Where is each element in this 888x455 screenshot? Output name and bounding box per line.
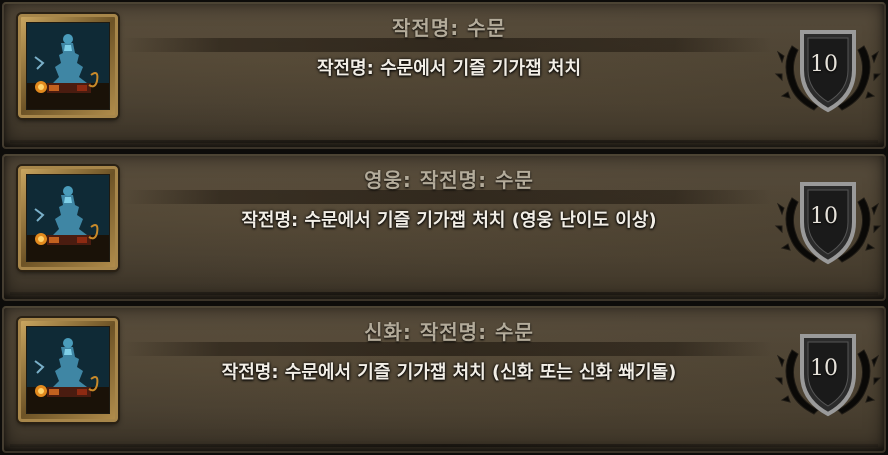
achievement-description: 작전명: 수문에서 기즐 기가잽 처치 [316, 58, 582, 79]
points-shield-icon: 10 [774, 320, 882, 428]
achievement-row[interactable]: 신화: 작전명: 수문 작전명: 수문에서 기즐 기가잽 처치 (신화 또는 신… [2, 306, 886, 453]
achievement-points: 10 [810, 52, 838, 77]
achievement-row[interactable]: 작전명: 수문 작전명: 수문에서 기즐 기가잽 처치 10 [2, 2, 886, 149]
achievement-description: 작전명: 수문에서 기즐 기가잽 처치 (영웅 난이도 이상) [241, 210, 657, 231]
mechagon-icon [26, 174, 110, 262]
achievement-icon-frame [18, 166, 118, 270]
mechagon-icon [26, 22, 110, 110]
achievement-title: 영웅: 작전명: 수문 [364, 168, 534, 192]
achievement-icon-frame [18, 318, 118, 422]
mechagon-icon [26, 326, 110, 414]
achievement-row[interactable]: 영웅: 작전명: 수문 작전명: 수문에서 기즐 기가잽 처치 (영웅 난이도 … [2, 154, 886, 301]
points-shield-icon: 10 [774, 16, 882, 124]
achievement-description: 작전명: 수문에서 기즐 기가잽 처치 (신화 또는 신화 쐐기돌) [221, 362, 677, 383]
achievement-title: 작전명: 수문 [392, 16, 506, 40]
points-shield-icon: 10 [774, 168, 882, 276]
achievement-title: 신화: 작전명: 수문 [364, 320, 534, 344]
achievement-points: 10 [810, 204, 838, 229]
achievement-icon-frame [18, 14, 118, 118]
achievement-points: 10 [810, 356, 838, 381]
